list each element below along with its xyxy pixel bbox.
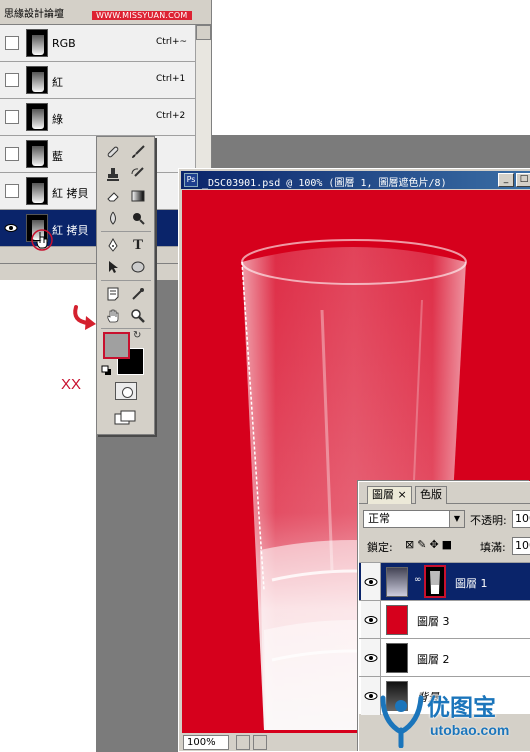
mask-link-icon[interactable]: ∞ xyxy=(414,575,422,585)
quick-mask-button[interactable] xyxy=(115,382,137,400)
channel-shortcut: Ctrl+1 xyxy=(156,74,186,84)
eye-icon[interactable] xyxy=(363,612,379,628)
gradient-icon[interactable] xyxy=(127,185,149,207)
channel-row[interactable]: 紅 Ctrl+1 xyxy=(0,62,196,99)
channel-thumbnail xyxy=(26,140,48,168)
layer-row[interactable]: 圖層 2 xyxy=(359,638,530,677)
status-menu-button[interactable] xyxy=(236,735,250,750)
watermark-text: 思緣設計論壇 xyxy=(4,9,64,20)
layer-row-selected[interactable]: ∞ 圖層 1 xyxy=(359,562,530,601)
document-titlebar[interactable]: Ps _DSC03901.psd @ 100% (圖層 1, 圖層遮色片/8) … xyxy=(181,171,530,189)
logo-brand: 优图宝 xyxy=(427,695,496,721)
blend-mode-select[interactable]: 正常 ▼ xyxy=(363,510,465,528)
layer-thumbnail xyxy=(386,605,408,635)
photoshop-doc-icon: Ps xyxy=(184,173,198,187)
layer-name: 圖層 1 xyxy=(455,577,488,590)
swap-colors-icon[interactable]: ↻ xyxy=(133,330,141,341)
tab-channels[interactable]: 色版 xyxy=(415,486,447,504)
toolbox-panel: T ↻ xyxy=(96,136,155,435)
eye-icon[interactable] xyxy=(3,220,19,236)
scroll-up-button[interactable] xyxy=(196,25,211,40)
screen-mode-icon[interactable] xyxy=(113,409,139,427)
visibility-toggle[interactable] xyxy=(5,110,19,124)
channel-name: 紅 xyxy=(52,76,63,89)
fill-input[interactable]: 100 xyxy=(512,537,530,555)
layers-panel-tabs: 圖層 × 色版 xyxy=(359,482,530,504)
channel-name: 紅 拷貝 xyxy=(52,187,89,200)
layer-thumbnail xyxy=(386,643,408,673)
channel-shortcut: Ctrl+2 xyxy=(156,111,186,121)
channel-name: RGB xyxy=(52,37,76,50)
layer-row[interactable]: 圖層 3 xyxy=(359,600,530,639)
eye-icon[interactable] xyxy=(363,650,379,666)
tab-layers[interactable]: 圖層 × xyxy=(367,486,412,504)
red-arrow-annotation xyxy=(73,305,96,330)
maximize-button[interactable]: □ xyxy=(516,173,530,187)
eye-icon[interactable] xyxy=(363,574,379,590)
minimize-button[interactable]: _ xyxy=(498,173,514,187)
annotation-label: XX xyxy=(61,376,82,393)
channel-name: 綠 xyxy=(52,113,63,126)
eraser-icon[interactable] xyxy=(102,185,124,207)
logo-mark-icon xyxy=(380,695,424,748)
channel-thumbnail xyxy=(26,66,48,94)
lock-brush-icon[interactable]: ✎ xyxy=(417,538,429,551)
default-colors-icon[interactable] xyxy=(101,365,112,376)
clone-stamp-icon[interactable] xyxy=(102,163,124,185)
healing-brush-icon[interactable] xyxy=(102,141,124,163)
channel-thumbnail xyxy=(26,177,48,205)
watermark-url: WWW.MISSYUAN.COM xyxy=(92,11,192,20)
opacity-input[interactable]: 100 xyxy=(512,510,530,528)
hand-cursor-icon xyxy=(31,229,53,251)
visibility-toggle[interactable] xyxy=(5,73,19,87)
site-logo: 优图宝 utobao.com xyxy=(375,688,530,752)
channel-row[interactable]: 綠 Ctrl+2 xyxy=(0,99,196,136)
logo-url: utobao.com xyxy=(430,722,510,738)
path-selection-icon[interactable] xyxy=(102,256,124,278)
channel-thumbnail xyxy=(26,29,48,57)
layer-thumbnail xyxy=(386,567,408,597)
type-icon[interactable]: T xyxy=(127,234,149,256)
fill-label: 填滿: xyxy=(480,541,506,554)
lock-move-icon[interactable]: ✥ xyxy=(429,538,441,551)
layer-name: 圖層 2 xyxy=(417,653,450,666)
chevron-down-icon[interactable]: ▼ xyxy=(449,511,464,527)
opacity-label: 不透明: xyxy=(470,514,507,527)
channel-name: 藍 xyxy=(52,150,63,163)
layer-name: 圖層 3 xyxy=(417,615,450,628)
channel-thumbnail xyxy=(26,103,48,131)
lock-label: 鎖定: xyxy=(367,541,393,554)
pen-icon[interactable] xyxy=(102,234,124,256)
ellipse-icon[interactable] xyxy=(127,256,149,278)
zoom-icon[interactable] xyxy=(127,305,149,327)
channel-shortcut: Ctrl+~ xyxy=(156,37,188,47)
history-brush-icon[interactable] xyxy=(127,163,149,185)
zoom-field[interactable]: 100% xyxy=(183,735,229,750)
brush-icon[interactable] xyxy=(127,141,149,163)
lock-all-icon[interactable]: ■ xyxy=(442,538,455,551)
lock-icons[interactable]: ⊠✎✥■ xyxy=(405,538,455,551)
blur-icon[interactable] xyxy=(102,207,124,229)
status-arrow-button[interactable] xyxy=(253,735,267,750)
channels-panel-header: 思緣設計論壇 WWW.MISSYUAN.COM xyxy=(0,0,211,25)
blend-mode-value: 正常 xyxy=(368,512,390,525)
foreground-color-swatch[interactable] xyxy=(103,332,130,359)
visibility-toggle[interactable] xyxy=(5,36,19,50)
eyedropper-icon[interactable] xyxy=(127,283,149,305)
dodge-icon[interactable] xyxy=(127,207,149,229)
layer-mask-thumbnail[interactable] xyxy=(424,565,446,598)
lock-transparency-icon[interactable]: ⊠ xyxy=(405,538,417,551)
visibility-toggle[interactable] xyxy=(5,184,19,198)
channel-row[interactable]: RGB Ctrl+~ xyxy=(0,25,196,62)
visibility-toggle[interactable] xyxy=(5,147,19,161)
notes-icon[interactable] xyxy=(102,283,124,305)
document-title: _DSC03901.psd @ 100% (圖層 1, 圖層遮色片/8) xyxy=(202,178,447,189)
